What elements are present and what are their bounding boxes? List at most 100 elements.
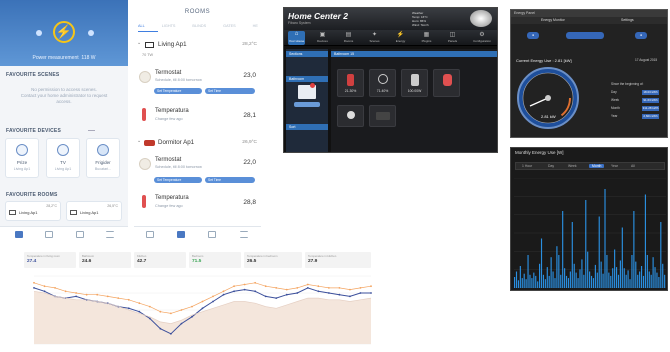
energy-bar — [575, 272, 577, 288]
device-tile-6[interactable] — [369, 105, 396, 127]
tab-blinds[interactable]: BLINDS — [192, 24, 206, 28]
tab-all[interactable]: ALL — [138, 24, 145, 28]
series-point — [285, 288, 288, 291]
energy-bar — [621, 227, 623, 288]
series-point — [191, 305, 193, 308]
energy-bar — [535, 275, 537, 288]
thermostat-device-2[interactable]: Termostat Schedule, till 8:00 tomorrow 2… — [134, 153, 261, 187]
sidebar-sort[interactable]: Sort — [286, 124, 328, 130]
fridge-icon — [97, 144, 109, 156]
device-tile-4[interactable] — [433, 69, 460, 97]
device-card-prize[interactable]: Prize Living Ap1 — [5, 138, 39, 178]
energy-bar — [608, 272, 610, 288]
menu-nav-icon[interactable] — [240, 231, 248, 238]
dashboard-nav-icon[interactable] — [146, 231, 154, 238]
series-point — [338, 293, 341, 296]
set-time-button[interactable]: Set Time — [205, 177, 255, 183]
stat-card-1[interactable]: Temperature in living room 27.4 — [24, 252, 76, 268]
series-point — [370, 285, 372, 288]
dashboard-nav-icon[interactable] — [15, 231, 23, 238]
device-tile-2[interactable]: 71.40% — [369, 69, 396, 97]
energy-bar — [644, 194, 646, 288]
series-point — [127, 307, 130, 310]
weather-cloud-icon — [470, 10, 492, 27]
series-point — [117, 297, 120, 299]
tab-lights[interactable]: LIGHTS — [162, 24, 176, 28]
nav-your-house[interactable]: ⌂ Your House — [288, 31, 305, 45]
tab-settings[interactable]: Settings — [621, 18, 634, 22]
scenes-nav-icon[interactable] — [76, 231, 84, 238]
sidebar-sections[interactable]: Sections — [286, 51, 328, 57]
monthly-energy-chart — [514, 178, 666, 288]
thermostat-device-1[interactable]: Termostat Schedule, till 8:00 tomorrow 2… — [134, 66, 261, 100]
series-point — [148, 317, 151, 320]
stat-card-4[interactable]: Bedroom 71.5 — [189, 252, 241, 268]
device-tile-3[interactable]: 100.00W — [401, 69, 428, 97]
energy-bar — [564, 268, 566, 288]
energy-row-day: Day 18.03 kWh — [611, 90, 659, 95]
device-tile-1[interactable]: 21.30% — [337, 69, 364, 97]
sidebar-button[interactable] — [294, 102, 320, 107]
home-nav-icon[interactable] — [45, 231, 53, 238]
temperature-device-1[interactable]: Temperatura Change few ago 28,1 — [134, 104, 261, 130]
tab-week[interactable]: Week — [568, 164, 577, 168]
room-row-living[interactable]: ⌄ Living Ap1 28,2°C — [134, 40, 261, 54]
series-point — [243, 288, 246, 291]
energy-bar — [583, 274, 585, 288]
nav-configuration[interactable]: ⚙ Configuration — [470, 31, 494, 45]
energy-nav-right-button[interactable]: ● — [635, 32, 647, 39]
home-nav-icon[interactable] — [177, 231, 185, 238]
room-card-1[interactable]: Living Ap1 28,2°C — [5, 201, 61, 221]
temperature-device-2[interactable]: Temperatura Change few ago 28,8 — [134, 191, 261, 217]
series-point — [159, 310, 162, 313]
energy-bar — [598, 216, 600, 288]
tab-day[interactable]: Day — [548, 164, 554, 168]
series-point — [75, 295, 78, 298]
energy-nav-left-button[interactable]: ● — [527, 32, 539, 39]
series-point — [43, 290, 46, 293]
room-card-2[interactable]: Living Ap1 26,5°C — [66, 201, 122, 221]
energy-bar — [531, 278, 533, 288]
since-label: Since the beginning of: — [611, 82, 644, 86]
stat-card-2[interactable]: Bathroom 24.6 — [79, 252, 131, 268]
tab-energy-monitor[interactable]: Energy Monitor — [541, 18, 565, 22]
room-power: 70 TW — [142, 53, 154, 57]
nav-scenes[interactable]: ✦ Scenes — [366, 31, 383, 45]
scenes-nav-icon[interactable] — [208, 231, 216, 238]
tab-he[interactable]: HE — [253, 24, 258, 28]
set-temperature-button[interactable]: Set Temperature — [154, 88, 202, 94]
tab-all[interactable]: All — [631, 164, 635, 168]
rooms-tabs: ALL LIGHTS BLINDS GATES HE — [138, 24, 258, 28]
tab-year[interactable]: Year — [611, 164, 618, 168]
period-tabs: 1 Hour Day Week Month Year All — [515, 162, 665, 170]
set-time-button[interactable]: Set Time — [205, 88, 255, 94]
weather-readout: Weather Temp: 16°C Hum: 86% Wind: 7km/h — [412, 11, 429, 27]
bed-icon — [144, 140, 155, 146]
thermostat-icon — [139, 158, 151, 170]
stat-card-5[interactable]: Temperature in bedroom 26.5 — [244, 252, 302, 268]
device-card-tv[interactable]: TV Living Ap1 — [46, 138, 80, 178]
tab-month[interactable]: Month — [589, 164, 605, 168]
nav-rooms[interactable]: ▤ Rooms — [340, 31, 357, 45]
menu-nav-icon[interactable] — [106, 231, 114, 238]
nav-devices[interactable]: ▣ Devices — [314, 31, 331, 45]
nav-panels[interactable]: ◫ Panels — [444, 31, 461, 45]
tab-gates[interactable]: GATES — [223, 24, 236, 28]
sidebar-bathroom[interactable]: Bathroom — [286, 76, 328, 82]
energy-toggle[interactable] — [566, 32, 604, 39]
series-point — [264, 295, 267, 298]
nav-energy[interactable]: ⚡ Energy — [392, 31, 409, 45]
lightning-icon[interactable]: ⚡ — [53, 21, 75, 43]
stat-card-3[interactable]: Kitchen 42.7 — [134, 252, 186, 268]
tab-1-hour[interactable]: 1 Hour — [522, 164, 532, 168]
set-temperature-button[interactable]: Set Temperature — [154, 177, 202, 183]
energy-bar — [579, 269, 581, 288]
device-card-frigider[interactable]: Frigider Bucatari... — [86, 138, 120, 178]
nav-plugins[interactable]: ▦ Plugins — [418, 31, 435, 45]
device-tile-5[interactable] — [337, 105, 364, 127]
series-point — [370, 292, 372, 294]
series-point — [349, 288, 351, 291]
stat-card-6[interactable]: Temperature in kitchen 27.9 — [305, 252, 371, 268]
energy-bar — [514, 277, 516, 288]
room-row-dormitor[interactable]: ⌄ Dormitor Ap1 26,9°C — [134, 138, 261, 152]
